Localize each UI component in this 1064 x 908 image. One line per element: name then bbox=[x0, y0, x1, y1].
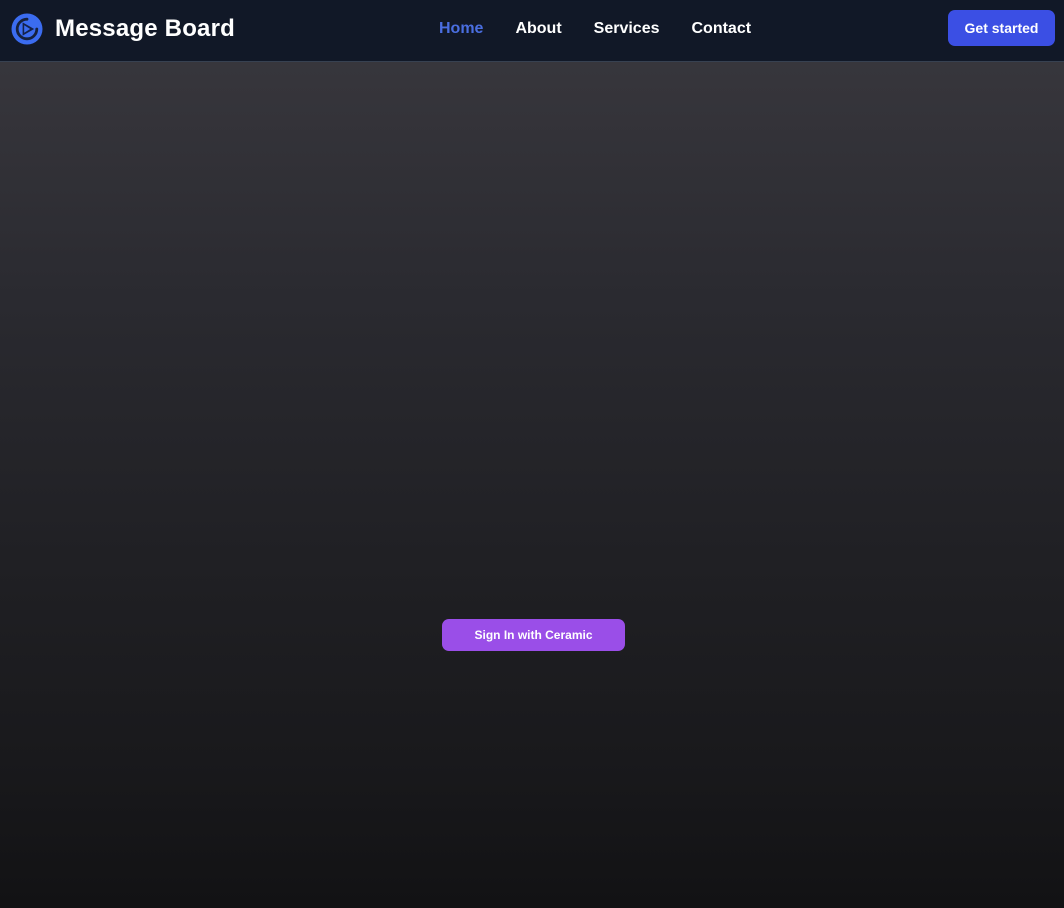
sign-in-ceramic-button[interactable]: Sign In with Ceramic bbox=[442, 619, 625, 651]
nav-link-services[interactable]: Services bbox=[594, 20, 660, 37]
nav-item-about: About bbox=[515, 20, 561, 38]
main-nav: Home About Services Contact bbox=[439, 18, 783, 40]
nav-item-home: Home bbox=[439, 20, 483, 38]
nav-item-contact: Contact bbox=[692, 20, 752, 38]
nav-link-contact[interactable]: Contact bbox=[692, 20, 752, 37]
play-circle-icon bbox=[11, 13, 43, 45]
brand-link[interactable]: Message Board bbox=[11, 12, 235, 46]
nav-link-home[interactable]: Home bbox=[439, 20, 483, 37]
nav-link-about[interactable]: About bbox=[515, 20, 561, 37]
get-started-button[interactable]: Get started bbox=[948, 10, 1055, 46]
nav-item-services: Services bbox=[594, 20, 660, 38]
brand-name: Message Board bbox=[55, 15, 235, 42]
top-navbar: Message Board Home About Services Contac… bbox=[0, 0, 1064, 62]
